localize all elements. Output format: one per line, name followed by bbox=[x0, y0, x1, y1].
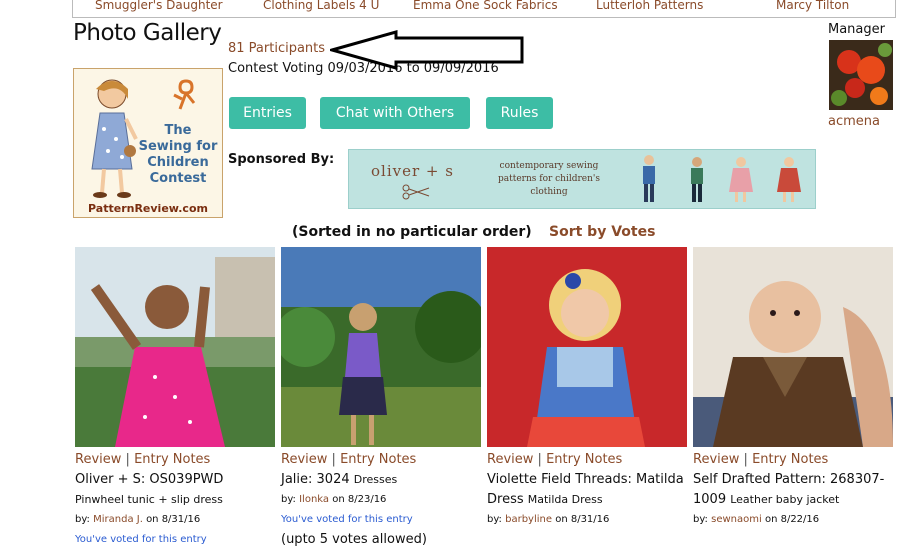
nav-link-lutterloh[interactable]: Lutterloh Patterns bbox=[596, 0, 703, 12]
entry-subtitle: Matilda Dress bbox=[527, 493, 603, 506]
entry-photo[interactable] bbox=[75, 247, 275, 447]
participants-link[interactable]: 81 Participants bbox=[228, 41, 325, 56]
entry-notes-link[interactable]: Entry Notes bbox=[340, 452, 416, 467]
entry-links: Review | Entry Notes bbox=[487, 452, 623, 467]
entry-title[interactable]: Jalie: 3024 Dresses bbox=[281, 470, 481, 490]
entry-links: Review | Entry Notes bbox=[75, 452, 211, 467]
annotation-arrow-icon bbox=[330, 30, 524, 70]
entry-notes-link[interactable]: Entry Notes bbox=[752, 452, 828, 467]
flower-photo-icon bbox=[829, 40, 893, 110]
entry-card: Review | Entry Notes Violette Field Thre… bbox=[487, 247, 687, 530]
sponsored-by-label: Sponsored By: bbox=[228, 152, 335, 167]
voted-notice: You've voted for this entry bbox=[281, 514, 413, 525]
entry-subtitle: Pinwheel tunic + slip dress bbox=[75, 493, 223, 506]
entry-notes-link[interactable]: Entry Notes bbox=[134, 452, 210, 467]
entry-notes-link[interactable]: Entry Notes bbox=[546, 452, 622, 467]
review-link[interactable]: Review bbox=[487, 452, 533, 467]
entry-title[interactable]: Violette Field Threads: Matilda Dress Ma… bbox=[487, 470, 687, 510]
entry-user-link[interactable]: Ilonka bbox=[299, 494, 329, 505]
scissors-icon bbox=[402, 184, 430, 200]
entry-card: Review | Entry Notes Self Drafted Patter… bbox=[693, 247, 893, 530]
entry-photo[interactable] bbox=[487, 247, 687, 447]
sponsor-brand: oliver + s bbox=[371, 162, 454, 180]
votes-allowed-note: (upto 5 votes allowed) bbox=[281, 532, 427, 547]
sort-note: (Sorted in no particular order) bbox=[292, 224, 532, 240]
contest-logo-title: The Sewing for Children Contest bbox=[138, 123, 218, 186]
entry-meta: by: Miranda J. on 8/31/16 bbox=[75, 514, 201, 525]
entry-subtitle: Leather baby jacket bbox=[730, 493, 840, 506]
sponsor-banner[interactable]: oliver + s contemporary sewing patterns … bbox=[348, 149, 816, 209]
nav-link-clothing-labels[interactable]: Clothing Labels 4 U bbox=[263, 0, 379, 12]
entry-title[interactable]: Self Drafted Pattern: 268307-1009 Leathe… bbox=[693, 470, 893, 510]
voted-notice: You've voted for this entry bbox=[75, 534, 207, 545]
manager-name-link[interactable]: acmena bbox=[828, 114, 880, 129]
contest-logo-site: PatternReview.com bbox=[88, 202, 208, 215]
page-title: Photo Gallery bbox=[73, 20, 222, 46]
entry-user-link[interactable]: barbyline bbox=[505, 514, 552, 525]
entry-user-link[interactable]: Miranda J. bbox=[93, 514, 143, 525]
entry-photo[interactable] bbox=[693, 247, 893, 447]
manager-avatar[interactable] bbox=[829, 40, 893, 110]
review-link[interactable]: Review bbox=[693, 452, 739, 467]
entry-card: Review | Entry Notes Oliver + S: OS039PW… bbox=[75, 247, 275, 550]
chat-with-others-button[interactable]: Chat with Others bbox=[320, 97, 470, 129]
entry-meta: by: Ilonka on 8/23/16 bbox=[281, 494, 387, 505]
entry-user-link[interactable]: sewnaomi bbox=[711, 514, 762, 525]
nav-link-smugglers-daughter[interactable]: Smuggler's Daughter bbox=[95, 0, 223, 12]
entry-meta: by: barbyline on 8/31/16 bbox=[487, 514, 610, 525]
entry-meta: by: sewnaomi on 8/22/16 bbox=[693, 514, 820, 525]
entry-card: Review | Entry Notes Jalie: 3024 Dresses… bbox=[281, 247, 481, 550]
review-link[interactable]: Review bbox=[75, 452, 121, 467]
entry-photo[interactable] bbox=[281, 247, 481, 447]
rules-button[interactable]: Rules bbox=[486, 97, 553, 129]
nav-link-marcy-tilton[interactable]: Marcy Tilton bbox=[776, 0, 849, 12]
entries-button[interactable]: Entries bbox=[229, 97, 306, 129]
children-models-illustration bbox=[643, 155, 801, 202]
manager-label: Manager bbox=[828, 22, 885, 37]
entry-subtitle: Dresses bbox=[353, 473, 398, 486]
sponsor-nav-bar: Smuggler's Daughter Clothing Labels 4 U … bbox=[72, 0, 896, 18]
review-link[interactable]: Review bbox=[281, 452, 327, 467]
entry-links: Review | Entry Notes bbox=[693, 452, 829, 467]
sponsor-tagline: contemporary sewing patterns for childre… bbox=[497, 161, 601, 197]
entry-links: Review | Entry Notes bbox=[281, 452, 417, 467]
entry-title[interactable]: Oliver + S: OS039PWD Pinwheel tunic + sli… bbox=[75, 470, 275, 510]
nav-link-emma-one-sock[interactable]: Emma One Sock Fabrics bbox=[413, 0, 558, 12]
sort-by-votes-link[interactable]: Sort by Votes bbox=[549, 224, 655, 240]
contest-logo[interactable]: The Sewing for Children Contest PatternR… bbox=[73, 68, 223, 218]
